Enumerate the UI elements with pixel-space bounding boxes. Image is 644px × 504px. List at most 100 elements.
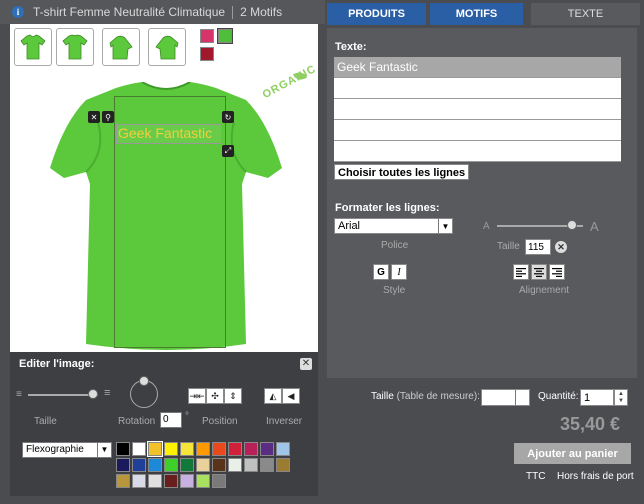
chevron-down-icon: ▼ (438, 219, 452, 233)
chevron-up-icon[interactable]: ▲ (618, 391, 624, 397)
palette-color-swatch[interactable] (276, 442, 290, 456)
palette-color-swatch[interactable] (148, 474, 162, 488)
style-label: Style (383, 285, 406, 296)
text-line-5[interactable] (334, 141, 621, 162)
view-front-thumb[interactable] (14, 28, 52, 66)
chevron-down-icon: ▼ (97, 443, 111, 457)
text-line-4[interactable] (334, 120, 621, 141)
format-section-title: Formater les lignes: (335, 202, 440, 214)
rotation-input[interactable]: 0 (160, 412, 182, 428)
color-palette (116, 441, 290, 488)
palette-color-swatch[interactable] (228, 442, 242, 456)
quantity-stepper[interactable]: ▲ ▼ (614, 389, 628, 406)
palette-color-swatch[interactable] (276, 458, 290, 472)
italic-button[interactable]: I (391, 264, 407, 280)
palette-color-swatch[interactable] (228, 458, 242, 472)
text-size-input[interactable]: 115 (525, 239, 551, 255)
quantity-input[interactable]: 1 (580, 389, 614, 406)
center-both-icon[interactable]: ✣ (206, 388, 224, 404)
palette-color-swatch[interactable] (132, 474, 146, 488)
palette-color-swatch[interactable] (244, 458, 258, 472)
resize-icon[interactable]: ⤢ (222, 145, 234, 157)
rotation-label: Rotation (118, 416, 156, 427)
palette-color-swatch[interactable] (164, 474, 178, 488)
size-label-order: Taille (Table de mesure): (371, 391, 480, 402)
palette-color-swatch[interactable] (212, 442, 226, 456)
palette-color-swatch[interactable] (116, 458, 130, 472)
size-slider-knob[interactable] (88, 389, 98, 399)
choose-all-lines-button[interactable]: Choisir toutes les lignes (334, 164, 470, 180)
palette-color-swatch[interactable] (244, 442, 258, 456)
tab-produits[interactable]: PRODUITS (327, 3, 426, 25)
text-panel: Texte: Geek Fantastic Choisir toutes les… (327, 28, 637, 378)
size-label: Taille (34, 416, 57, 427)
edit-image-title: Editer l'image: (19, 358, 95, 370)
palette-color-swatch[interactable] (212, 474, 226, 488)
flip-horizontal-icon[interactable]: ◭ (264, 388, 282, 404)
motif-count: 2 Motifs (240, 5, 283, 19)
view-right-thumb[interactable] (148, 28, 186, 66)
palette-color-swatch[interactable] (180, 474, 194, 488)
size-select[interactable]: ▼ (481, 389, 530, 406)
palette-color-swatch[interactable] (116, 474, 130, 488)
palette-color-swatch[interactable] (196, 474, 210, 488)
align-left-icon (516, 267, 526, 277)
tab-motifs[interactable]: MOTIFS (430, 3, 523, 25)
design-text[interactable]: Geek Fantastic (118, 125, 212, 141)
palette-color-swatch[interactable] (260, 442, 274, 456)
zoom-icon[interactable]: ⚲ (102, 111, 114, 123)
palette-color-swatch[interactable] (260, 458, 274, 472)
palette-color-swatch[interactable] (180, 442, 194, 456)
clear-icon[interactable]: ✕ (555, 241, 567, 253)
palette-color-swatch[interactable] (164, 458, 178, 472)
rotation-knob[interactable] (139, 376, 149, 386)
align-right-button[interactable] (549, 264, 565, 280)
center-horizontal-icon[interactable]: ⇥⇤ (188, 388, 206, 404)
close-icon[interactable]: ✕ (300, 358, 312, 370)
quantity-label: Quantité: (538, 391, 579, 402)
palette-color-swatch[interactable] (132, 442, 146, 456)
font-select[interactable]: Arial ▼ (334, 218, 453, 234)
price: 35,40 € (560, 414, 621, 434)
view-back-thumb[interactable] (56, 28, 94, 66)
font-label: Police (381, 240, 409, 251)
text-line-2[interactable] (334, 78, 621, 99)
palette-color-swatch[interactable] (132, 458, 146, 472)
color-swatch-burgundy[interactable] (200, 47, 214, 61)
info-icon[interactable]: i (12, 6, 24, 18)
font-value: Arial (338, 220, 361, 232)
print-method-select[interactable]: Flexographie ▼ (22, 442, 112, 458)
add-to-cart-button[interactable]: Ajouter au panier (514, 443, 631, 464)
rotation-unit: ° (185, 411, 189, 422)
rotate-icon[interactable]: ↻ (222, 111, 234, 123)
color-swatch-green[interactable] (217, 28, 233, 44)
title-bar: i T-shirt Femme Neutralité Climatique 2 … (0, 0, 325, 24)
palette-color-swatch[interactable] (148, 458, 162, 472)
text-line-1[interactable]: Geek Fantastic (334, 57, 621, 78)
palette-color-swatch[interactable] (196, 458, 210, 472)
size-big-a: A (590, 219, 599, 234)
center-vertical-icon[interactable]: ⇕ (224, 388, 242, 404)
view-left-thumb[interactable] (102, 28, 140, 66)
palette-color-swatch[interactable] (180, 458, 194, 472)
flip-vertical-icon[interactable]: ◀ (282, 388, 300, 404)
tab-texte[interactable]: TEXTE (531, 3, 640, 25)
size-chart-link[interactable]: (Table de mesure): (397, 391, 480, 402)
align-center-icon (534, 267, 544, 277)
palette-color-swatch[interactable] (196, 442, 210, 456)
delete-icon[interactable]: ✕ (88, 111, 100, 123)
chevron-down-icon[interactable]: ▼ (618, 398, 624, 404)
size-large-icon: ≡ (104, 387, 111, 399)
align-center-button[interactable] (531, 264, 547, 280)
bold-button[interactable]: G (373, 264, 389, 280)
text-size-slider-knob[interactable] (567, 220, 577, 230)
text-line-3[interactable] (334, 99, 621, 120)
palette-color-swatch[interactable] (116, 442, 130, 456)
color-swatch-pink[interactable] (200, 29, 214, 43)
align-left-button[interactable] (513, 264, 529, 280)
tshirt-left-icon (109, 35, 133, 60)
palette-color-swatch[interactable] (147, 441, 163, 457)
palette-color-swatch[interactable] (164, 442, 178, 456)
palette-color-swatch[interactable] (212, 458, 226, 472)
product-title: T-shirt Femme Neutralité Climatique (33, 5, 226, 19)
